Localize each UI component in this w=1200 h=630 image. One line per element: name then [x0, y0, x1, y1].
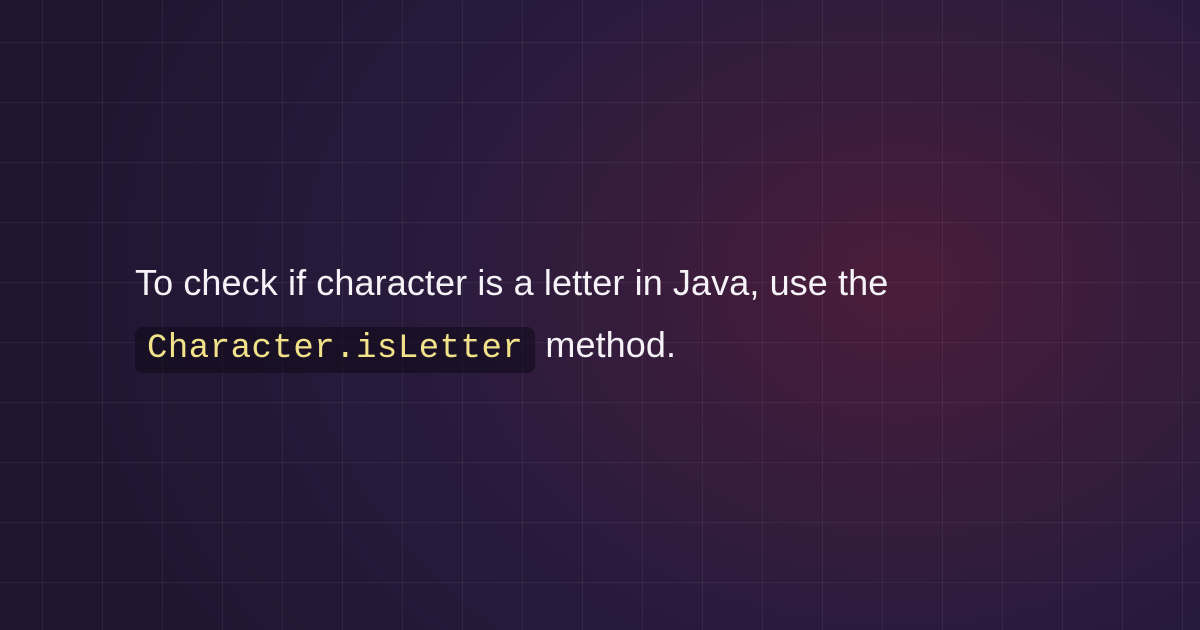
instruction-text: To check if character is a letter in Jav…	[135, 252, 1080, 378]
text-after-code: method.	[535, 324, 676, 365]
code-snippet: Character.isLetter	[135, 327, 535, 373]
text-before-code: To check if character is a letter in Jav…	[135, 262, 888, 303]
